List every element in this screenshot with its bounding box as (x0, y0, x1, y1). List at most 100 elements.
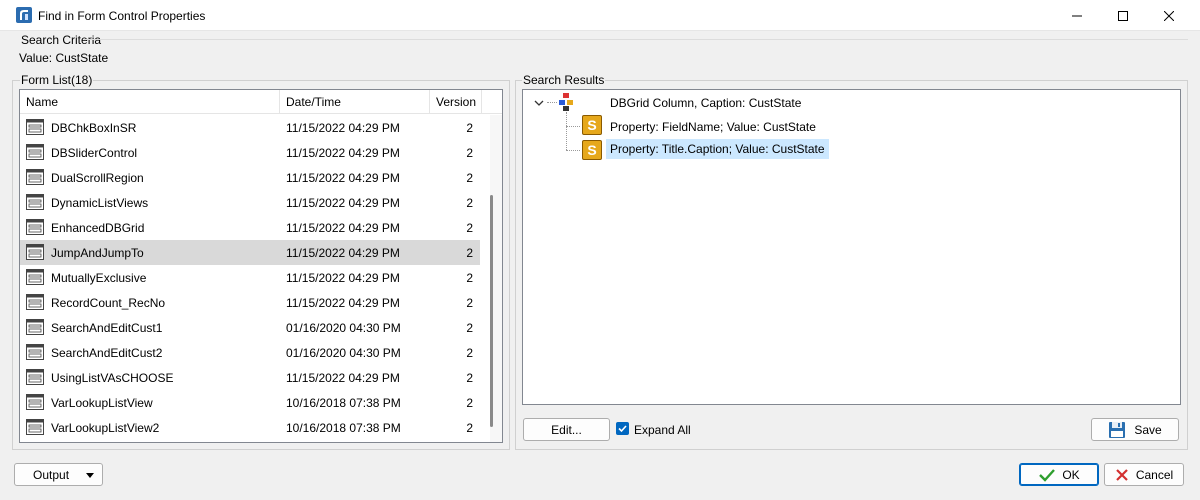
output-button-label: Output (33, 467, 70, 482)
search-results-tree[interactable]: DBGrid Column, Caption: CustState S Prop… (522, 89, 1181, 405)
chevron-down-icon[interactable] (534, 99, 544, 107)
form-icon (26, 244, 44, 260)
tree-connector (566, 126, 580, 127)
form-icon (26, 369, 44, 385)
tree-root-node[interactable]: DBGrid Column, Caption: CustState (610, 96, 801, 110)
form-version: 2 (466, 296, 473, 310)
search-criteria-value: Value: CustState (19, 51, 109, 65)
output-dropdown-button[interactable]: Output (14, 463, 103, 486)
search-results-label: Search Results (522, 73, 606, 87)
form-name: SearchAndEditCust2 (51, 346, 163, 360)
table-row[interactable]: VarLookupListView 10/16/2018 07:38 PM 2 (20, 390, 480, 415)
form-icon (26, 144, 44, 160)
cancel-button-label: Cancel (1135, 467, 1174, 482)
form-name: UsingListVAsCHOOSE (51, 371, 174, 385)
ok-button-label: OK (1062, 467, 1080, 482)
tree-connector (547, 102, 557, 103)
s-property-icon: S (582, 115, 602, 135)
table-row[interactable]: DualScrollRegion 11/15/2022 04:29 PM 2 (20, 165, 480, 190)
form-version: 2 (466, 221, 473, 235)
form-name: MutuallyExclusive (51, 271, 147, 285)
form-datetime: 10/16/2018 07:38 PM (286, 421, 401, 435)
minimize-button[interactable] (1054, 0, 1100, 31)
table-row[interactable]: DBSliderControl 11/15/2022 04:29 PM 2 (20, 140, 480, 165)
save-button[interactable]: Save (1091, 418, 1179, 441)
table-row[interactable]: VarLookupListView2 10/16/2018 07:38 PM 2 (20, 415, 480, 440)
form-icon (26, 419, 44, 435)
table-row[interactable]: UsingListVAsCHOOSE 11/15/2022 04:29 PM 2 (20, 365, 480, 390)
expand-all-label[interactable]: Expand All (634, 423, 691, 437)
form-name: VarLookupListView (51, 396, 153, 410)
table-row[interactable]: RecordCount_RecNo 11/15/2022 04:29 PM 2 (20, 290, 480, 315)
form-icon (26, 169, 44, 185)
dbgrid-column-icon (559, 93, 573, 111)
form-name: DualScrollRegion (51, 171, 144, 185)
form-name: DBChkBoxInSR (51, 121, 137, 135)
form-version: 2 (466, 246, 473, 260)
form-list[interactable]: Name Date/Time Version DBChkBoxInSR 11/15… (19, 89, 503, 443)
search-criteria-legend: Search Criteria (21, 33, 102, 47)
search-criteria-group: Search Criteria Value: CustState (12, 33, 1188, 71)
edit-button[interactable]: Edit... (523, 418, 610, 441)
app-icon (16, 7, 32, 23)
form-icon (26, 269, 44, 285)
table-row[interactable]: SearchAndEditCust1 01/16/2020 04:30 PM 2 (20, 315, 480, 340)
form-name: RecordCount_RecNo (51, 296, 166, 310)
caret-down-icon (86, 473, 94, 478)
table-row[interactable]: DynamicListViews 11/15/2022 04:29 PM 2 (20, 190, 480, 215)
save-button-label: Save (1134, 422, 1162, 437)
table-row[interactable]: DBChkBoxInSR 11/15/2022 04:29 PM 2 (20, 115, 480, 140)
form-datetime: 11/15/2022 04:29 PM (286, 296, 400, 310)
form-datetime: 11/15/2022 04:29 PM (286, 121, 400, 135)
minimize-icon (1072, 15, 1082, 16)
column-header-version[interactable]: Version (430, 90, 482, 114)
form-icon (26, 194, 44, 210)
form-name: DynamicListViews (51, 196, 149, 210)
window-title: Find in Form Control Properties (38, 9, 206, 23)
form-datetime: 11/15/2022 04:29 PM (286, 271, 400, 285)
form-datetime: 11/15/2022 04:29 PM (286, 371, 400, 385)
form-datetime: 01/16/2020 04:30 PM (286, 321, 401, 335)
form-icon (26, 219, 44, 235)
form-datetime: 11/15/2022 04:29 PM (286, 246, 400, 260)
form-version: 2 (466, 421, 473, 435)
form-name: JumpAndJumpTo (51, 246, 144, 260)
table-row[interactable]: SearchAndEditCust2 01/16/2020 04:30 PM 2 (20, 340, 480, 365)
form-datetime: 10/16/2018 07:38 PM (286, 396, 401, 410)
form-name: DBSliderControl (51, 146, 138, 160)
form-version: 2 (466, 321, 473, 335)
form-version: 2 (466, 196, 473, 210)
cancel-button[interactable]: Cancel (1104, 463, 1184, 486)
maximize-button[interactable] (1100, 0, 1146, 31)
table-row[interactable]: JumpAndJumpTo 11/15/2022 04:29 PM 2 (20, 240, 480, 265)
form-datetime: 11/15/2022 04:29 PM (286, 146, 400, 160)
form-version: 2 (466, 271, 473, 285)
s-property-icon: S (582, 140, 602, 160)
form-icon (26, 344, 44, 360)
form-datetime: 11/15/2022 04:29 PM (286, 221, 400, 235)
expand-all-checkbox[interactable] (616, 422, 629, 435)
ok-button[interactable]: OK (1019, 463, 1099, 486)
form-version: 2 (466, 396, 473, 410)
column-header-name[interactable]: Name (20, 90, 280, 114)
form-list-scroll-thumb[interactable] (490, 195, 493, 427)
form-name: EnhancedDBGrid (51, 221, 145, 235)
close-button[interactable] (1146, 0, 1192, 31)
title-bar: Find in Form Control Properties (0, 0, 1200, 31)
form-list-label: Form List(18) (20, 73, 94, 87)
edit-button-label: Edit... (551, 422, 582, 437)
x-icon (1116, 468, 1128, 481)
table-row[interactable]: EnhancedDBGrid 11/15/2022 04:29 PM 2 (20, 215, 480, 240)
tree-child-node[interactable]: Property: FieldName; Value: CustState (606, 117, 820, 137)
column-header-datetime[interactable]: Date/Time (280, 90, 430, 114)
form-version: 2 (466, 121, 473, 135)
form-version: 2 (466, 146, 473, 160)
tree-child-node-selected[interactable]: Property: Title.Caption; Value: CustStat… (606, 139, 829, 159)
form-icon (26, 294, 44, 310)
table-row[interactable]: MutuallyExclusive 11/15/2022 04:29 PM 2 (20, 265, 480, 290)
search-criteria-divider (84, 39, 1188, 40)
form-name: VarLookupListView2 (51, 421, 160, 435)
form-icon (26, 394, 44, 410)
tree-branch-line (566, 112, 567, 150)
close-icon (1164, 10, 1174, 21)
